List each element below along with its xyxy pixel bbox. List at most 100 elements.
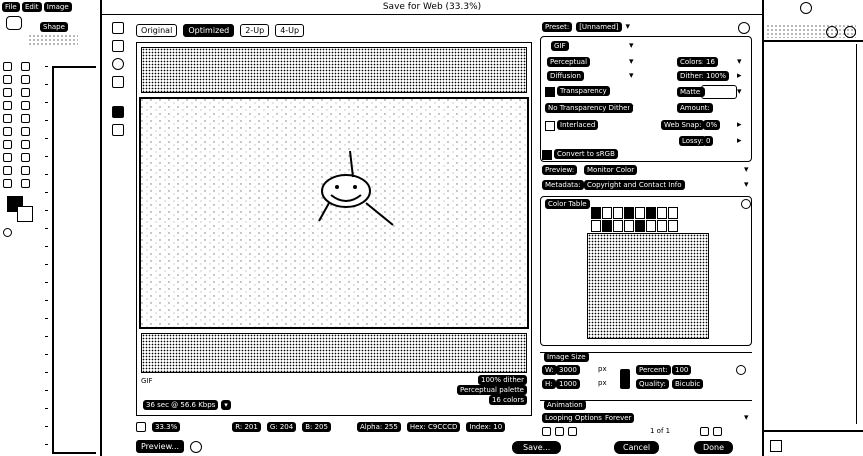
browser-icon[interactable] — [190, 440, 203, 453]
format-select[interactable]: GIF — [551, 41, 569, 51]
lossy-input[interactable]: 0 — [703, 136, 714, 146]
color-swatch[interactable] — [602, 207, 612, 219]
move-tool-icon[interactable] — [3, 62, 12, 71]
image-size-tab[interactable]: Image Size — [544, 352, 589, 362]
format-dropdown-icon[interactable]: ▾ — [629, 41, 634, 51]
color-swatch[interactable] — [591, 207, 601, 219]
panel-footer-icon[interactable] — [770, 440, 782, 452]
looping-dropdown-icon[interactable]: ▾ — [744, 413, 749, 423]
history-brush-icon[interactable] — [21, 114, 30, 123]
color-swatch[interactable] — [657, 207, 667, 219]
heal-tool-icon[interactable] — [3, 101, 12, 110]
preview-select[interactable]: Monitor Color — [584, 165, 638, 175]
ps-option-shape[interactable]: Shape — [40, 22, 68, 32]
gradient-tool-icon[interactable] — [21, 127, 30, 136]
eraser-tool-icon[interactable] — [3, 127, 12, 136]
dither-input[interactable]: 100% — [703, 71, 730, 81]
color-swatch[interactable] — [657, 220, 667, 232]
color-swatch[interactable] — [668, 207, 678, 219]
color-swatch[interactable] — [668, 220, 678, 232]
color-table-menu-icon[interactable] — [741, 199, 751, 209]
save-button[interactable]: Save... — [512, 441, 562, 454]
eyedropper-color-icon[interactable] — [112, 106, 124, 118]
tab-4up[interactable]: 4-Up — [275, 24, 305, 37]
color-swatch[interactable] — [591, 220, 601, 232]
ps-menu-image[interactable]: Image — [43, 2, 72, 12]
blur-tool-icon[interactable] — [3, 140, 12, 149]
reduction-select[interactable]: Perceptual — [547, 57, 591, 67]
lossy-icon[interactable]: ▸ — [737, 136, 742, 146]
preview-dropdown-icon[interactable]: ▾ — [744, 165, 749, 175]
lasso-tool-icon[interactable] — [3, 75, 12, 84]
zoom-tool-icon[interactable] — [112, 58, 124, 70]
percent-input[interactable]: 100 — [672, 365, 692, 375]
background-color-swatch[interactable] — [17, 206, 33, 222]
quick-mask-icon[interactable] — [3, 228, 12, 237]
first-frame-icon[interactable] — [542, 427, 551, 436]
brush-tool-icon[interactable] — [21, 101, 30, 110]
color-swatch[interactable] — [635, 220, 645, 232]
color-swatch[interactable] — [646, 220, 656, 232]
preview-in-browser-button[interactable]: Preview... — [136, 440, 185, 453]
dither-dropdown-icon[interactable]: ▾ — [629, 71, 634, 81]
metadata-select[interactable]: Copyright and Contact Info — [584, 180, 685, 190]
color-table-tab[interactable]: Color Table — [545, 199, 590, 209]
convert-srgb-checkbox[interactable] — [542, 150, 552, 160]
tab-original[interactable]: Original — [136, 24, 178, 37]
tab-2up[interactable]: 2-Up — [240, 24, 270, 37]
web-snap-input[interactable]: 0% — [703, 120, 721, 130]
web-snap-icon[interactable]: ▸ — [737, 120, 742, 130]
slice-select-icon[interactable] — [112, 40, 124, 52]
color-swatch[interactable] — [613, 220, 623, 232]
quality-select[interactable]: Bicubic — [672, 379, 704, 389]
interlaced-checkbox[interactable] — [545, 121, 555, 131]
zoom-tool-icon[interactable] — [21, 179, 30, 188]
toggle-slices-icon[interactable] — [112, 124, 124, 136]
color-swatch[interactable] — [624, 207, 634, 219]
ps-tool-preset-icon[interactable] — [6, 16, 22, 30]
eyedropper-tool-icon[interactable] — [112, 76, 124, 88]
color-swatch[interactable] — [635, 207, 645, 219]
metadata-dropdown-icon[interactable]: ▾ — [744, 180, 749, 190]
panel-scrollbar[interactable] — [856, 44, 863, 424]
color-swatch[interactable] — [646, 207, 656, 219]
matte-swatch[interactable] — [701, 85, 737, 99]
pen-tool-icon[interactable] — [3, 153, 12, 162]
dither-algorithm-select[interactable]: Diffusion — [547, 71, 584, 81]
transparency-dither-dropdown-icon[interactable]: ▾ — [629, 103, 634, 113]
image-size-menu-icon[interactable] — [736, 365, 746, 375]
panel-help-icon[interactable] — [826, 26, 838, 38]
next-frame-icon[interactable] — [700, 427, 709, 436]
preset-select[interactable]: [Unnamed] — [576, 22, 622, 32]
constrain-proportions-icon[interactable] — [620, 369, 630, 389]
last-frame-icon[interactable] — [713, 427, 722, 436]
wand-tool-icon[interactable] — [21, 75, 30, 84]
hand-tool-icon[interactable] — [3, 179, 12, 188]
prev-frame-icon[interactable] — [555, 427, 564, 436]
animation-tab[interactable]: Animation — [544, 400, 586, 410]
download-speed-menu-icon[interactable]: ▾ — [221, 400, 231, 410]
preview-pane[interactable]: GIF 36 sec @ 56.6 Kbps ▾ 100% dither Per… — [136, 42, 532, 416]
zoom-level[interactable]: 33.3% — [152, 422, 181, 432]
path-select-icon[interactable] — [3, 166, 12, 175]
color-swatch[interactable] — [602, 220, 612, 232]
panel-search-icon[interactable] — [800, 2, 812, 14]
matte-dropdown-icon[interactable]: ▾ — [737, 87, 742, 97]
preset-dropdown-icon[interactable]: ▾ — [626, 22, 631, 32]
shape-tool-icon[interactable] — [21, 166, 30, 175]
reduction-dropdown-icon[interactable]: ▾ — [629, 57, 634, 67]
done-button[interactable]: Done — [694, 441, 734, 454]
height-input[interactable]: 1000 — [556, 379, 580, 389]
transparency-checkbox[interactable] — [545, 87, 555, 97]
ps-menu-file[interactable]: File — [2, 2, 20, 12]
colors-dropdown-icon[interactable]: ▾ — [737, 57, 742, 67]
ps-menu-edit[interactable]: Edit — [21, 2, 42, 12]
colors-input[interactable]: 16 — [703, 57, 718, 67]
hand-tool-icon[interactable] — [112, 22, 124, 34]
looping-select[interactable]: Forever — [602, 413, 635, 423]
transparency-dither-select[interactable]: No Transparency Dither — [545, 103, 634, 113]
optimize-menu-icon[interactable] — [738, 22, 750, 34]
marquee-tool-icon[interactable] — [21, 62, 30, 71]
color-swatch[interactable] — [613, 207, 623, 219]
dodge-tool-icon[interactable] — [21, 140, 30, 149]
